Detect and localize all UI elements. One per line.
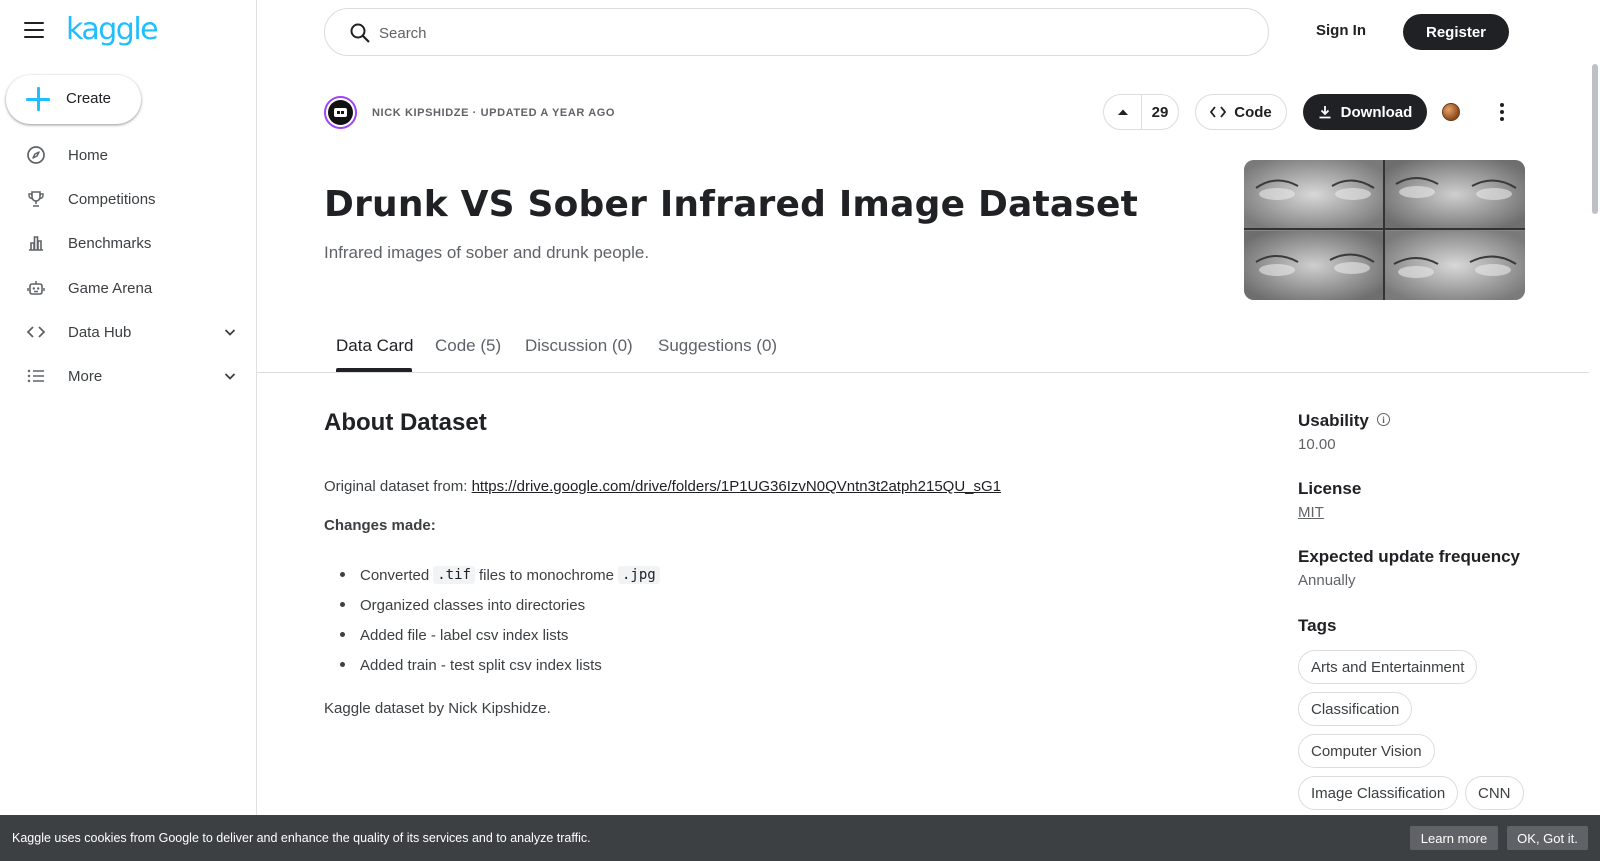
search-input[interactable] [379,21,1239,45]
accept-cookies-button[interactable]: OK, Got it. [1507,826,1588,850]
tag-chip[interactable]: CNN [1465,776,1524,810]
original-dataset-link[interactable]: https://drive.google.com/drive/folders/1… [472,478,1001,495]
inline-code: .tif [433,566,475,584]
chevron-down-icon[interactable] [222,368,238,384]
tags-label: Tags [1298,616,1337,635]
sidebar-item-label: Benchmarks [68,234,152,252]
owner-update-line: NICK KIPSHIDZE · UPDATED A YEAR AGO [372,107,616,119]
tag-chip[interactable]: Arts and Entertainment [1298,650,1478,684]
update-frequency-label: Expected update frequency [1298,547,1521,566]
tab-suggestions[interactable]: Suggestions (0) [658,336,777,356]
download-icon [1319,106,1331,119]
page-scrollbar-thumb[interactable] [1592,64,1598,214]
sidebar-item-benchmarks[interactable]: Benchmarks [0,221,256,265]
robot-icon [25,277,47,299]
original-dataset-paragraph: Original dataset from: https://drive.goo… [324,478,1001,495]
chevron-down-icon[interactable] [222,324,238,340]
code-brackets-icon [1210,106,1227,118]
page-title: Drunk VS Sober Infrared Image Dataset [324,184,1139,225]
sign-in-button[interactable]: Sign In [1316,22,1366,39]
download-button-label: Download [1340,103,1413,121]
page-subtitle: Infrared images of sober and drunk peopl… [324,243,650,262]
register-button[interactable]: Register [1403,14,1509,50]
learn-more-button[interactable]: Learn more [1410,826,1498,850]
bar-chart-icon [25,232,47,254]
list-item: Added file - label csv index lists [340,620,664,650]
about-heading: About Dataset [324,409,487,436]
search-bar[interactable] [324,8,1269,56]
list-item-text: Organized classes into directories [360,596,586,614]
avatar[interactable] [324,96,357,129]
sidebar-item-game-arena[interactable]: Game Arena [0,266,256,310]
inline-code: .jpg [618,566,660,584]
sidebar-item-more[interactable]: More [0,354,256,398]
usability-value: 10.00 [1298,436,1336,453]
dataset-cover-image [1244,160,1525,300]
list-item-text: Added train - test split csv index lists [360,656,602,674]
bronze-medal-icon [1442,103,1460,121]
original-prefix: Original dataset from: [324,478,468,495]
license-label: License [1298,479,1362,498]
tag-chip[interactable]: Computer Vision [1298,734,1435,768]
caret-up-icon [1117,109,1128,115]
sidebar-item-label: Data Hub [68,323,132,341]
kaggle-logo[interactable]: kaggle [66,12,159,47]
attribution-text: Kaggle dataset by Nick Kipshidze. [324,700,551,717]
list-item-text: Converted [360,566,430,584]
list-item: Converted .tif files to monochrome .jpg [340,560,664,590]
tag-chip[interactable]: Classification [1298,692,1413,726]
create-button[interactable]: Create [6,75,141,124]
tab-data-card[interactable]: Data Card [336,336,413,356]
tab-code[interactable]: Code (5) [435,336,501,356]
create-label: Create [66,90,112,107]
compass-icon [25,144,47,166]
list-item: Added train - test split csv index lists [340,650,664,680]
more-vert-icon[interactable] [1490,100,1514,124]
sidebar-item-competitions[interactable]: Competitions [0,177,256,221]
list-icon [25,365,47,387]
update-frequency-value: Annually [1298,572,1356,589]
sidebar-item-label: More [68,367,103,385]
cookie-message: Kaggle uses cookies from Google to deliv… [12,831,591,845]
upvote-count: 29 [1151,103,1169,121]
info-icon[interactable]: i [1377,413,1390,426]
upvote-group: 29 [1103,94,1179,130]
download-button[interactable]: Download [1303,94,1427,130]
cookie-banner: Kaggle uses cookies from Google to deliv… [0,815,1600,861]
sidebar-item-label: Home [68,146,109,164]
dataset-tabs: Data Card Code (5) Discussion (0) Sugges… [257,325,1589,373]
license-link[interactable]: MIT [1298,504,1324,521]
list-item-text: files to monochrome [478,566,614,584]
code-brackets-icon [25,321,47,343]
sidebar-item-data-hub[interactable]: Data Hub [0,310,256,354]
plus-icon [25,86,51,112]
sidebar-item-label: Game Arena [68,279,153,297]
tag-chip[interactable]: Image Classification [1298,776,1459,810]
code-button[interactable]: Code [1195,94,1287,130]
sidebar-item-home[interactable]: Home [0,133,256,177]
active-tab-indicator [336,368,412,372]
trophy-icon [25,188,47,210]
search-icon [350,23,370,43]
tab-discussion[interactable]: Discussion (0) [525,336,633,356]
sidebar-item-label: Competitions [68,190,156,208]
upvote-button[interactable] [1104,95,1142,129]
list-item-text: Added file - label csv index lists [360,626,569,644]
usability-label: Usability [1298,411,1369,430]
list-item: Organized classes into directories [340,590,664,620]
changes-list: Converted .tif files to monochrome .jpg … [340,560,664,680]
hamburger-menu-icon[interactable] [24,22,48,42]
code-button-label: Code [1234,103,1272,121]
changes-heading: Changes made: [324,517,436,534]
sidebar: kaggle Create Home Competitions Benchmar… [0,0,257,861]
